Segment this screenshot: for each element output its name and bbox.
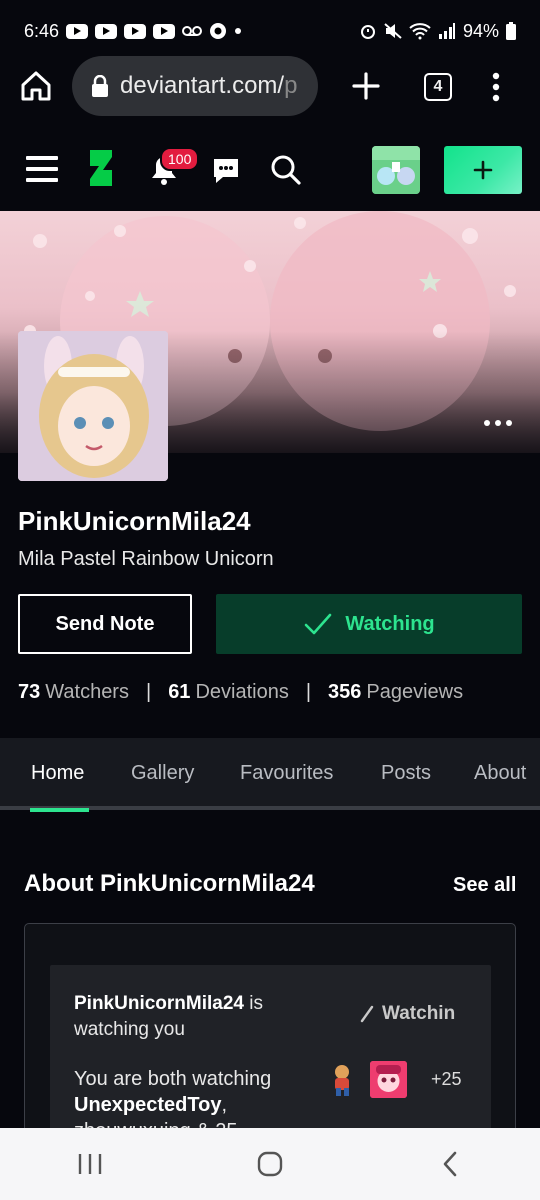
watcher-username[interactable]: PinkUnicornMila24 [74,993,244,1014]
recent-apps-button[interactable] [70,1144,110,1184]
mutual-prefix: You are both watching [74,1068,272,1090]
url-bar[interactable]: deviantart.com/p [72,56,318,116]
lock-icon [92,75,108,97]
deviations-count: 61 [168,681,191,703]
chrome-icon [210,23,227,39]
watchers-stat[interactable]: 73 Watchers [18,681,129,704]
notification-badge: 100 [160,147,200,171]
profile-tagline: Mila Pastel Rainbow Unicorn [18,548,274,570]
more-horiz-icon[interactable] [482,417,514,429]
watchers-count: 73 [18,681,41,703]
home-button[interactable] [250,1144,290,1184]
battery-percent: 94% [462,20,499,41]
recent-apps-icon [78,1154,102,1174]
check-icon [360,1005,374,1023]
status-bar: 6:46 94% [0,0,540,62]
voicemail-icon [182,26,203,36]
active-tab-indicator [30,808,89,812]
status-left: 6:46 [24,21,242,42]
battery-icon [506,22,516,40]
menu-icon[interactable] [26,156,58,182]
profile-tabs: Home Gallery Favourites Posts About [0,738,540,812]
youtube-notification-icon [153,23,176,39]
youtube-notification-icon [124,23,147,39]
clock: 6:46 [24,20,60,41]
watching-status[interactable]: Watchin [360,1003,455,1025]
profile-avatar-image [18,331,168,481]
mutual-user-avatar[interactable] [370,1061,407,1098]
signal-icon [438,23,455,39]
watching-label: Watching [345,612,435,635]
watchers-label: Watchers [45,681,129,703]
profile-username: PinkUnicornMila24 [18,506,251,536]
tab-gallery[interactable]: Gallery [131,762,194,785]
mutual-user-avatar[interactable] [327,1063,357,1097]
site-header: 100 [0,128,540,212]
tab-posts[interactable]: Posts [381,762,431,785]
new-tab-icon[interactable] [350,70,382,102]
url-text: deviantart.com/p [120,72,297,100]
tab-switcher-button[interactable]: 4 [424,73,452,101]
watching-status-label: Watchin [382,1003,456,1024]
system-nav-bar [0,1128,540,1200]
more-vert-icon[interactable] [484,70,508,104]
mutual-user-avatar-image [370,1061,407,1098]
search-icon[interactable] [270,154,302,186]
send-note-button[interactable]: Send Note [18,594,192,654]
home-circle-icon [257,1151,283,1177]
deviations-stat[interactable]: 61 Deviations [168,681,289,704]
youtube-notification-icon [66,23,89,39]
pageviews-count: 356 [328,681,362,703]
tab-favourites[interactable]: Favourites [240,762,333,785]
watch-relationship-panel: PinkUnicornMila24 is watching you Watchi… [50,965,491,1145]
youtube-notification-icon [95,23,118,39]
status-right: 94% [359,21,516,42]
user-avatar-image [372,146,420,194]
home-icon[interactable] [18,68,54,104]
pageviews-label: Pageviews [366,681,464,703]
mute-icon [384,23,402,39]
wifi-icon [409,23,431,40]
about-section-title: About PinkUnicornMila24 [24,870,315,897]
pageviews-stat: 356 Pageviews [328,681,463,704]
watching-you-text: PinkUnicornMila24 is watching you [74,991,324,1043]
profile-stats: 73 Watchers | 61 Deviations | 356 Pageviews [18,681,463,704]
create-button[interactable] [444,146,522,194]
browser-toolbar: deviantart.com/p 4 [0,56,540,120]
plus-icon [473,160,493,180]
alarm-icon [360,25,375,39]
user-avatar[interactable] [372,146,420,194]
back-button[interactable] [430,1144,470,1184]
more-mutuals-count[interactable]: +25 [431,1069,462,1090]
messages-icon[interactable] [211,156,241,184]
mutual-user-link[interactable]: UnexpectedToy [74,1094,221,1116]
url-main: deviantart.com/ [120,72,285,99]
stats-separator: | [305,681,312,703]
url-overflow: p [284,72,298,99]
check-icon [305,613,332,635]
back-chevron-icon [443,1151,457,1177]
tab-about[interactable]: About [474,762,526,785]
profile-avatar[interactable] [18,331,168,481]
tab-home[interactable]: Home [31,762,84,785]
deviations-label: Deviations [195,681,289,703]
deviantart-logo-icon[interactable] [86,148,116,188]
dot-icon [235,28,242,34]
stats-separator: | [145,681,152,703]
watching-button[interactable]: Watching [216,594,522,654]
see-all-link[interactable]: See all [453,874,516,897]
